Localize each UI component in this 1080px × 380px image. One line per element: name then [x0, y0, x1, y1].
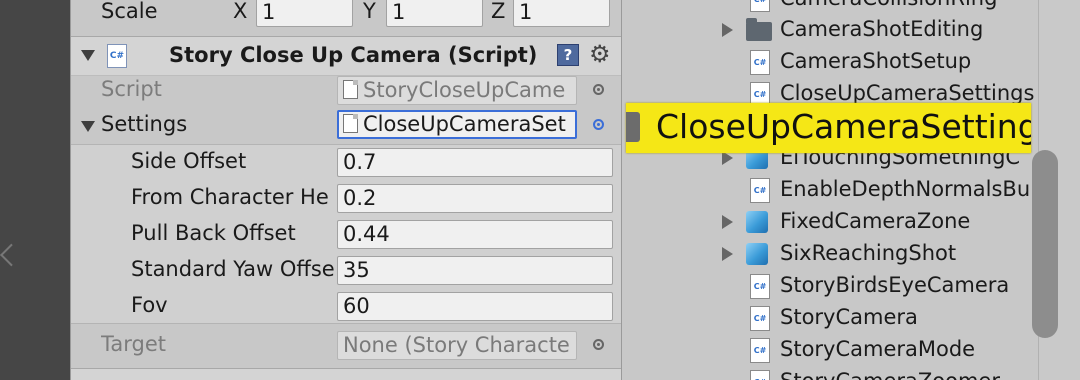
fov-label: Fov	[131, 293, 168, 317]
side-offset-field[interactable]: 0.7	[337, 148, 613, 177]
help-icon[interactable]: ?	[557, 44, 579, 66]
gear-icon[interactable]: ⚙	[589, 42, 611, 66]
folder-icon	[746, 18, 772, 41]
project-item-label: FixedCameraZone	[780, 209, 971, 233]
settings-object-field[interactable]: CloseUpCameraSet	[337, 110, 577, 139]
component-header[interactable]: C# Story Close Up Camera (Script) ? ⚙	[71, 36, 621, 76]
standard-yaw-offset-label: Standard Yaw Offse	[131, 257, 335, 281]
project-scrollbar-thumb[interactable]	[1032, 150, 1058, 338]
csharp-script-icon: C#	[107, 44, 127, 68]
scene-corner-marker	[0, 243, 23, 267]
project-item-label: CameraShotSetup	[780, 49, 972, 73]
project-item-label: EnableDepthNormalsBu	[780, 177, 1031, 201]
project-item[interactable]: C# StoryBirdsEyeCamera	[622, 271, 1038, 303]
settings-field-value: CloseUpCameraSet	[363, 112, 566, 136]
settings-label: Settings	[101, 112, 188, 136]
target-picker-icon[interactable]	[593, 339, 604, 350]
project-item-label: StoryCameraZoomer	[780, 369, 1000, 380]
script-icon: C#	[750, 338, 770, 363]
scale-y-field[interactable]: 1	[386, 0, 483, 27]
script-field-value: StoryCloseUpCame	[363, 78, 566, 102]
script-icon: C#	[750, 178, 770, 203]
settings-row: Settings CloseUpCameraSet	[71, 108, 621, 144]
standard-yaw-offset-field[interactable]: 35	[337, 256, 613, 285]
expand-arrow-icon[interactable]	[722, 151, 733, 165]
project-item[interactable]: SixReachingShot	[622, 239, 1038, 271]
target-row: Target None (Story Characte	[71, 328, 621, 364]
scale-y-label: Y	[363, 0, 376, 23]
drag-asset-icon	[626, 112, 640, 142]
expand-arrow-icon[interactable]	[722, 247, 733, 261]
scene-view-edge	[0, 0, 70, 380]
drag-tooltip-text: CloseUpCameraSettings	[656, 107, 1031, 146]
scale-x-field[interactable]: 1	[256, 0, 353, 27]
project-item[interactable]: C# CameraShotSetup	[622, 47, 1038, 79]
field-row: Standard Yaw Offse 35	[71, 253, 621, 289]
project-item-label: CameraShotEditing	[780, 17, 984, 41]
script-field: StoryCloseUpCame	[337, 76, 577, 105]
cube-icon	[746, 211, 768, 233]
script-icon: C#	[750, 0, 770, 12]
component-title: Story Close Up Camera (Script)	[169, 43, 538, 67]
expand-arrow-icon[interactable]	[722, 215, 733, 229]
script-row: Script StoryCloseUpCame	[71, 76, 621, 112]
project-item-label: StoryCameraMode	[780, 337, 976, 361]
scale-row: Scale X 1 Y 1 Z 1	[71, 0, 621, 36]
project-item[interactable]: FixedCameraZone	[622, 207, 1038, 239]
drag-tooltip: CloseUpCameraSettings	[626, 103, 1031, 153]
from-character-height-field[interactable]: 0.2	[337, 184, 613, 213]
project-item-label: SixReachingShot	[780, 241, 957, 265]
project-item-label: CameraCollisionRing	[780, 0, 997, 10]
fov-field[interactable]: 60	[337, 292, 613, 321]
asset-file-icon	[343, 114, 358, 133]
project-item[interactable]: C# StoryCameraZoomer	[622, 367, 1038, 380]
field-row: From Character He 0.2	[71, 181, 621, 217]
side-offset-label: Side Offset	[131, 149, 247, 173]
field-row: Fov 60	[71, 289, 621, 325]
field-row: Pull Back Offset 0.44	[71, 217, 621, 253]
scale-z-label: Z	[491, 0, 506, 23]
target-field: None (Story Characte	[337, 331, 577, 360]
project-item-label: CloseUpCameraSettings	[780, 81, 1035, 105]
next-component-header[interactable]	[71, 368, 621, 380]
pull-back-offset-label: Pull Back Offset	[131, 221, 296, 245]
script-picker-icon[interactable]	[593, 84, 604, 95]
scale-z-field[interactable]: 1	[513, 0, 610, 27]
project-item[interactable]: CameraShotEditing	[622, 15, 1038, 47]
script-file-icon	[343, 80, 358, 99]
cube-icon	[746, 243, 768, 265]
project-item[interactable]: C# StoryCamera	[622, 303, 1038, 335]
project-item-label: StoryBirdsEyeCamera	[780, 273, 1010, 297]
settings-foldout-arrow[interactable]	[81, 121, 95, 132]
scale-label: Scale	[101, 0, 158, 23]
settings-nested-inspector: Side Offset 0.7 From Character He 0.2 Pu…	[71, 144, 621, 325]
scale-x-label: X	[233, 0, 248, 23]
script-label: Script	[101, 77, 162, 101]
script-icon: C#	[750, 306, 770, 331]
script-icon: C#	[750, 274, 770, 299]
project-item-label: StoryCamera	[780, 305, 918, 329]
project-item[interactable]: C# StoryCameraMode	[622, 335, 1038, 367]
script-icon: C#	[750, 370, 770, 380]
settings-picker-icon[interactable]	[593, 119, 604, 130]
pull-back-offset-field[interactable]: 0.44	[337, 220, 613, 249]
from-character-height-label: From Character He	[131, 185, 329, 209]
expand-arrow-icon[interactable]	[722, 23, 733, 37]
inspector-panel: Scale X 1 Y 1 Z 1 C# Story Close Up Came…	[70, 0, 622, 380]
target-label: Target	[101, 332, 166, 356]
script-icon: C#	[750, 50, 770, 75]
field-row: Side Offset 0.7	[71, 145, 621, 181]
project-item[interactable]: C# EnableDepthNormalsBu	[622, 175, 1038, 207]
component-foldout-arrow[interactable]	[81, 50, 95, 61]
project-panel: C#CameraCollisionRingCameraShotEditingC#…	[622, 0, 1038, 380]
project-item[interactable]: C# CameraCollisionRing	[622, 0, 1038, 16]
